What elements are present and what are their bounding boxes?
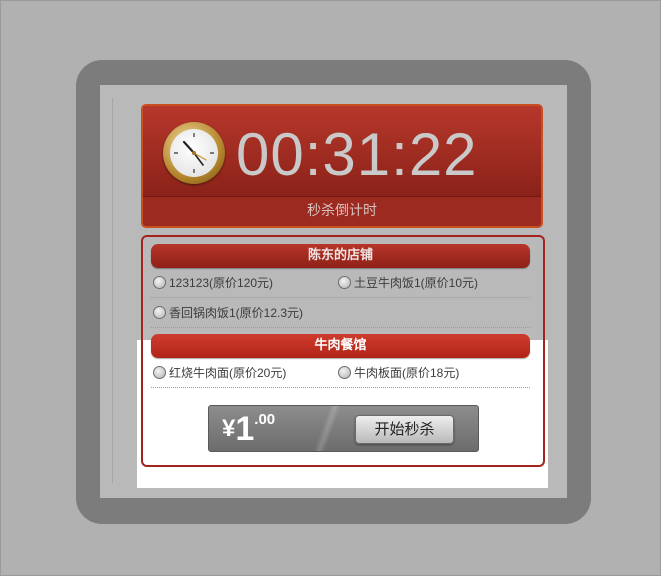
price-integer: 1 — [235, 410, 255, 448]
shop-header-2: 牛肉餐馆 — [151, 334, 530, 358]
radio-unchecked-icon[interactable] — [338, 366, 351, 379]
dish-option[interactable]: 香回锅肉饭1(原价12.3元) — [153, 305, 303, 321]
dish-label: 牛肉板面(原价18元) — [354, 366, 460, 380]
countdown-timer: 00:31:22 — [236, 121, 478, 188]
shop-header-1: 陈东的店铺 — [151, 244, 530, 268]
radio-unchecked-icon[interactable] — [338, 276, 351, 289]
dish-option[interactable]: 红烧牛肉面(原价20元) — [153, 365, 286, 381]
action-bar: ¥1.00 开始秒杀 — [208, 405, 479, 452]
panel-divider — [112, 98, 113, 483]
radio-unchecked-icon[interactable] — [153, 366, 166, 379]
row-divider — [151, 297, 530, 298]
dish-label: 123123(原价120元) — [169, 276, 274, 290]
arrow-decoration — [307, 406, 347, 451]
start-flash-sale-button[interactable]: 开始秒杀 — [355, 415, 454, 444]
clock-hands — [174, 133, 214, 173]
dish-label: 香回锅肉饭1(原价12.3元) — [169, 306, 304, 320]
countdown-box: 00:31:22 秒杀倒计时 — [141, 104, 543, 228]
dish-option[interactable]: 123123(原价120元) — [153, 275, 273, 291]
clock-icon — [163, 122, 225, 184]
dish-option[interactable]: 牛肉板面(原价18元) — [338, 365, 459, 381]
countdown-label: 秒杀倒计时 — [307, 203, 377, 219]
clock-face — [170, 129, 218, 177]
currency-symbol: ¥ — [222, 415, 236, 442]
radio-unchecked-icon[interactable] — [153, 306, 166, 319]
price-display: ¥1.00 — [222, 410, 275, 449]
radio-unchecked-icon[interactable] — [153, 276, 166, 289]
price-decimal: .00 — [254, 411, 276, 428]
row-divider — [151, 387, 530, 388]
row-divider — [151, 327, 530, 328]
dish-option[interactable]: 土豆牛肉饭1(原价10元) — [338, 275, 478, 291]
dish-label: 红烧牛肉面(原价20元) — [169, 366, 287, 380]
dish-label: 土豆牛肉饭1(原价10元) — [354, 276, 479, 290]
